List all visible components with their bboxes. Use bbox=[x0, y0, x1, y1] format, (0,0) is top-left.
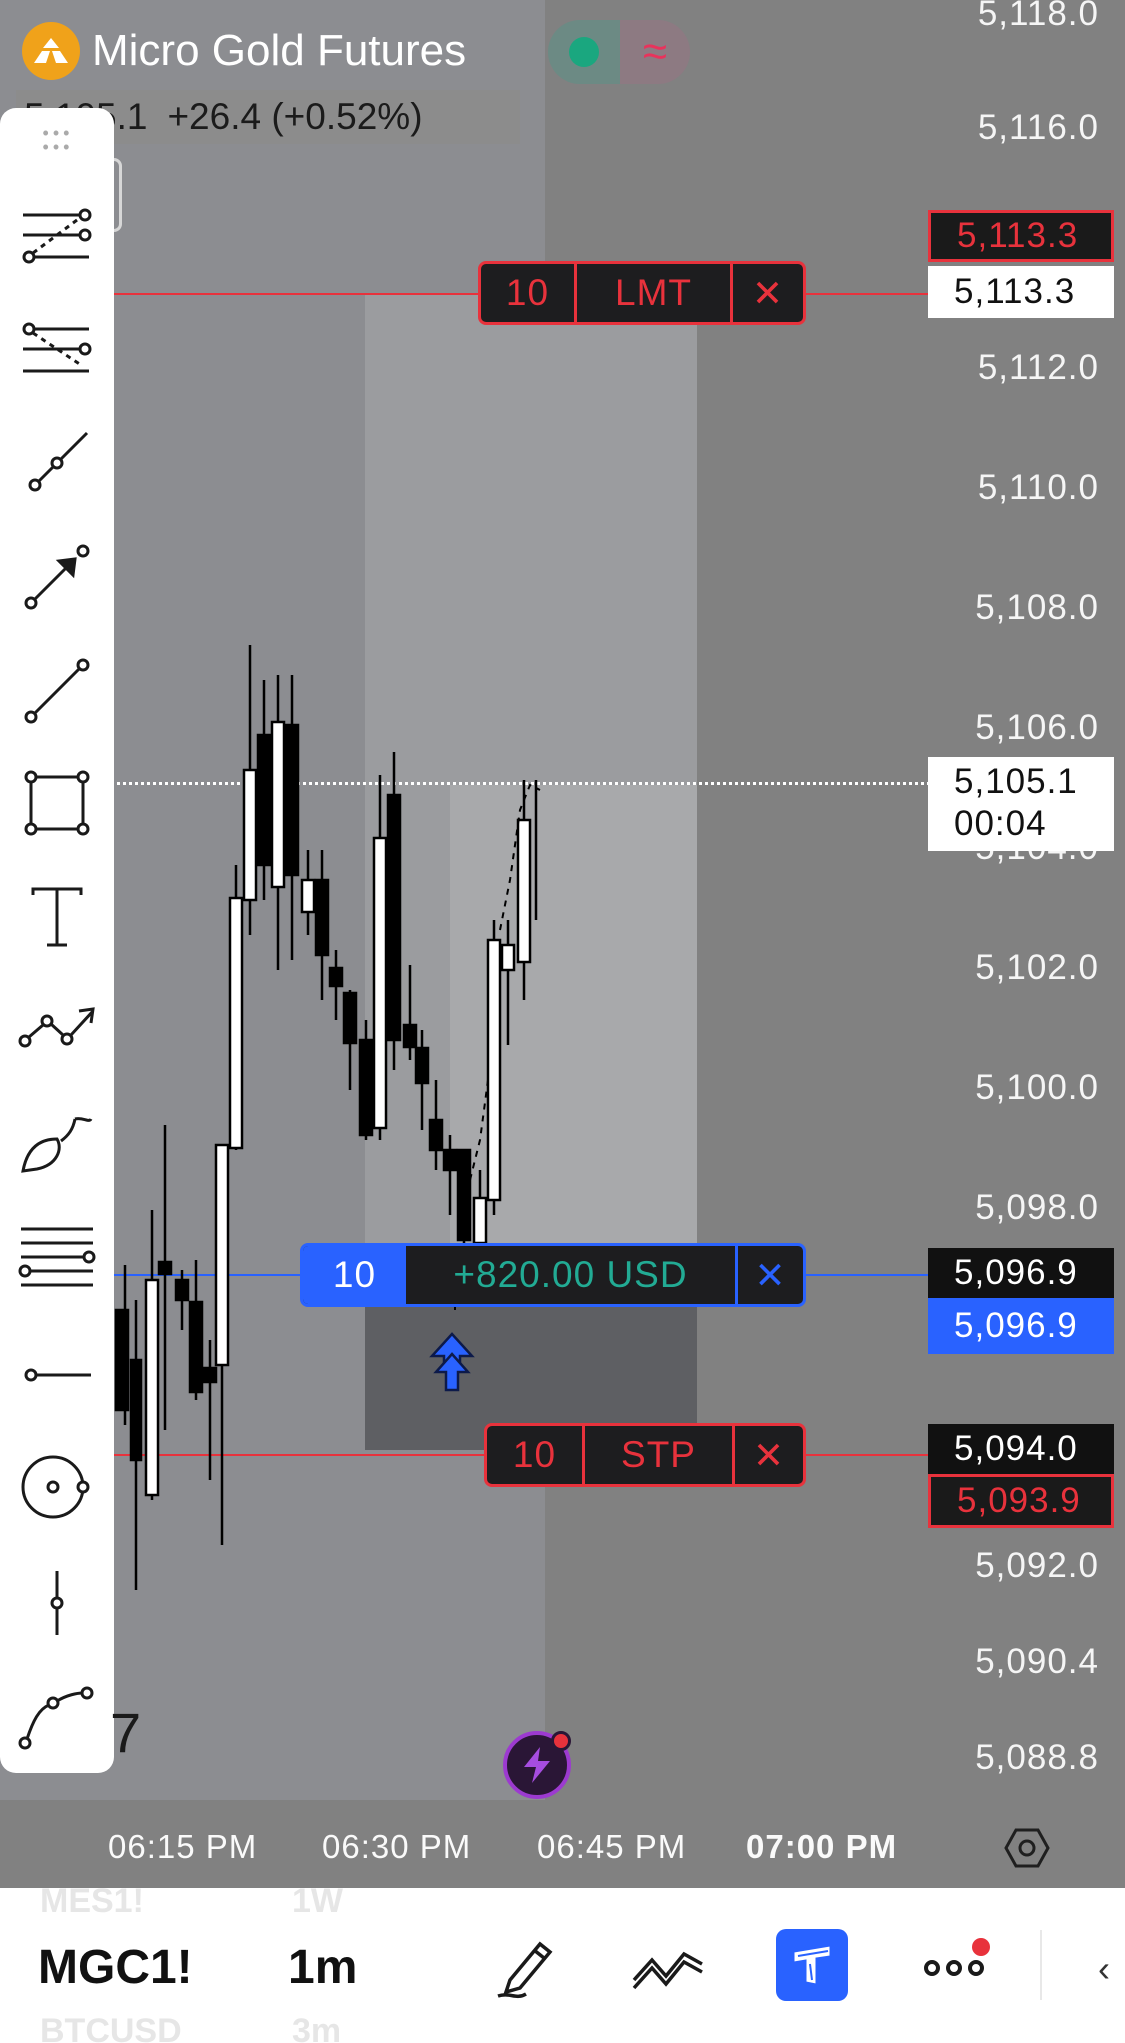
price-tick: 5,110.0 bbox=[977, 468, 1099, 507]
interval-selector[interactable]: 1m bbox=[288, 1940, 357, 1995]
price-tick: 5,106.0 bbox=[975, 708, 1099, 747]
toolbar-divider bbox=[1040, 1930, 1042, 2000]
partial-digit: 7 bbox=[110, 1701, 142, 1764]
price-tick: 5,118.0 bbox=[977, 0, 1099, 33]
limit-price-label: 5,113.3 bbox=[928, 266, 1114, 318]
chart-screen: Micro Gold Futures ≈ 5,105.1 +26.4 (+0.5… bbox=[0, 0, 1125, 2043]
time-label: 06:45 PM bbox=[537, 1828, 687, 1865]
price-tick: 5,112.0 bbox=[977, 348, 1099, 387]
market-open-icon bbox=[548, 20, 620, 84]
rectangle-icon[interactable] bbox=[16, 762, 98, 844]
next-symbol-ghost: BTCUSD bbox=[40, 2012, 182, 2043]
bar-countdown: 00:04 bbox=[954, 804, 1047, 843]
position-pnl: +820.00 USD bbox=[406, 1246, 738, 1304]
trading-panel-button[interactable] bbox=[776, 1929, 848, 2001]
lightning-icon bbox=[524, 1747, 550, 1783]
current-price-box: 5,105.1 00:04 bbox=[928, 757, 1114, 851]
position-price-label: 5,096.9 bbox=[928, 1248, 1114, 1298]
indicators-button[interactable] bbox=[630, 1934, 706, 2000]
current-price: 5,105.1 bbox=[954, 762, 1078, 801]
time-label: 06:30 PM bbox=[322, 1828, 472, 1865]
price-tick: 5,098.0 bbox=[975, 1188, 1099, 1227]
price-tick: 5,100.0 bbox=[975, 1068, 1099, 1107]
fib-retracement-icon[interactable] bbox=[16, 196, 98, 278]
position-tag[interactable]: 10 +820.00 USD ✕ bbox=[300, 1243, 806, 1307]
price-tick: 5,090.4 bbox=[975, 1642, 1099, 1681]
curve-icon[interactable] bbox=[16, 1676, 98, 1758]
buy-arrow-icon bbox=[429, 1332, 475, 1392]
price-tick: 5,092.0 bbox=[975, 1546, 1099, 1585]
stop-type: STP bbox=[585, 1426, 735, 1484]
bid-price-label: 5,093.9 bbox=[928, 1474, 1114, 1528]
drawing-tools-button[interactable] bbox=[490, 1930, 564, 2004]
limit-type: LMT bbox=[577, 264, 733, 322]
alerts-button[interactable] bbox=[503, 1731, 571, 1799]
stop-qty: 10 bbox=[487, 1426, 585, 1484]
collapse-toolbar-icon[interactable]: ‹ bbox=[1098, 1948, 1110, 1990]
limit-qty: 10 bbox=[481, 264, 577, 322]
path-icon[interactable] bbox=[16, 988, 98, 1070]
horizontal-ray-icon[interactable] bbox=[16, 1334, 98, 1416]
price-tick: 5,108.0 bbox=[975, 588, 1099, 627]
more-button[interactable] bbox=[920, 1938, 992, 1984]
price-tick: 5,088.8 bbox=[975, 1738, 1099, 1777]
next-interval-ghost: 3m bbox=[292, 2012, 342, 2043]
stop-order-tag[interactable]: 10 STP ✕ bbox=[484, 1423, 806, 1487]
alert-badge bbox=[551, 1731, 571, 1751]
market-status-indicators[interactable]: ≈ bbox=[548, 20, 690, 84]
toolbar-drag-handle-icon[interactable]: ••• ••• bbox=[38, 124, 78, 156]
ask-price-label: 5,113.3 bbox=[928, 210, 1114, 262]
symbol-name: Micro Gold Futures bbox=[92, 26, 467, 75]
stop-price-label: 5,094.0 bbox=[928, 1424, 1114, 1474]
arrow-line-icon[interactable] bbox=[16, 536, 98, 618]
circle-tool-icon[interactable] bbox=[16, 1446, 98, 1528]
gold-logo-icon bbox=[22, 22, 80, 80]
delayed-data-icon: ≈ bbox=[620, 20, 690, 84]
entry-price-label: 5,096.9 bbox=[928, 1298, 1114, 1354]
symbol-selector[interactable]: MGC1! bbox=[38, 1940, 193, 1995]
text-tool-icon[interactable] bbox=[16, 876, 98, 958]
stop-cancel-button[interactable]: ✕ bbox=[735, 1426, 803, 1484]
trend-line-icon[interactable] bbox=[16, 422, 98, 504]
limit-order-tag[interactable]: 10 LMT ✕ bbox=[478, 261, 806, 325]
chart-settings-icon[interactable] bbox=[1004, 1826, 1050, 1870]
time-label: 07:00 PM bbox=[746, 1828, 898, 1865]
price-tick: 5,116.0 bbox=[977, 108, 1099, 147]
horizontal-lines-icon[interactable] bbox=[16, 1216, 98, 1298]
fib-extension-icon[interactable] bbox=[16, 310, 98, 392]
brush-icon[interactable] bbox=[16, 1104, 98, 1186]
symbol-header[interactable]: Micro Gold Futures bbox=[22, 22, 466, 80]
prev-symbol-ghost: MES1! bbox=[40, 1882, 144, 1920]
indicators-icon bbox=[632, 1951, 703, 1990]
ray-line-icon[interactable] bbox=[16, 650, 98, 732]
prev-interval-ghost: 1W bbox=[292, 1882, 343, 1920]
position-qty: 10 bbox=[303, 1246, 406, 1304]
price-tick: 5,102.0 bbox=[975, 948, 1099, 987]
time-label: 06:15 PM bbox=[108, 1828, 258, 1865]
pen-icon bbox=[497, 1941, 553, 1999]
trade-icon bbox=[793, 1945, 831, 1985]
more-badge bbox=[972, 1938, 990, 1956]
position-close-button[interactable]: ✕ bbox=[738, 1246, 803, 1304]
limit-cancel-button[interactable]: ✕ bbox=[733, 264, 803, 322]
price-change: +26.4 (+0.52%) bbox=[167, 96, 423, 137]
vertical-line-icon[interactable] bbox=[16, 1562, 98, 1644]
